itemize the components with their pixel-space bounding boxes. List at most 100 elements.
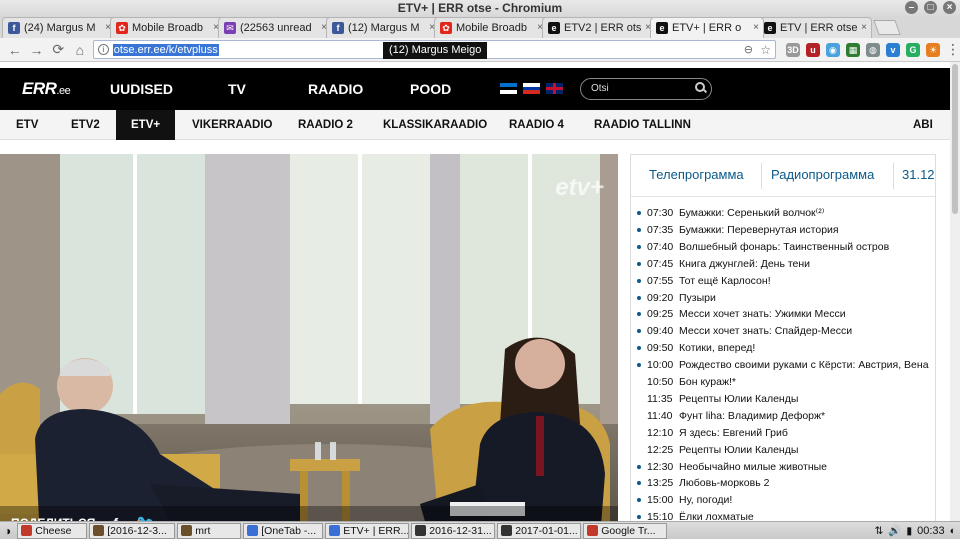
schedule-item[interactable]: 11:35 Рецепты Юлии Календы (637, 392, 937, 409)
nav-item-tv[interactable]: TV (228, 81, 246, 97)
schedule-item[interactable]: 12:10 Я здесь: Евгений Гриб (637, 426, 937, 443)
video-player[interactable]: etv+ ПОДЕЛИТЬСЯ f 🐦 (0, 154, 618, 539)
browser-tab[interactable]: ✉ (22563 unread × (218, 17, 332, 38)
browser-tab[interactable]: e ETV2 | ERR ots × (542, 17, 656, 38)
schedule-item[interactable]: 07:35 Бумажки: Перевернутая история (637, 223, 937, 240)
schedule-item[interactable]: 12:30 Необычайно милые животные (637, 460, 937, 477)
globe-extension-icon[interactable]: ◍ (865, 42, 880, 57)
taskbar-item[interactable]: 2017-01-01... (497, 522, 582, 539)
err-logo[interactable]: ERR.ee (22, 79, 94, 99)
channel-tab-etv-[interactable]: ETV+ (116, 110, 176, 140)
vpn-extension-icon[interactable]: v (885, 42, 900, 57)
taskbar-item[interactable]: Google Tr... (583, 522, 668, 539)
browser-menu-icon[interactable]: ⋮ (946, 41, 960, 58)
grammarly-extension-icon[interactable]: G (905, 42, 920, 57)
taskbar-item[interactable]: [OneTab -... (243, 522, 324, 539)
nav-item-uudised[interactable]: UUDISED (110, 81, 173, 97)
channel-tab-vikerraadio[interactable]: VIKERRAADIO (186, 110, 279, 140)
site-search-placeholder: Otsi (591, 83, 609, 94)
channel-tab-raadio-4[interactable]: RAADIO 4 (503, 110, 570, 140)
bookmark-star-icon[interactable]: ☆ (760, 43, 771, 57)
schedule-item[interactable]: 09:50 Котики, вперед! (637, 341, 937, 358)
tab-close-icon[interactable]: × (861, 22, 867, 33)
channel-tab-abi[interactable]: ABI (907, 110, 939, 140)
schedule-date[interactable]: 31.12 (902, 167, 935, 182)
close-window-button[interactable]: × (943, 1, 956, 14)
grid-extension-icon[interactable]: ▦ (845, 42, 860, 57)
browser-tab[interactable]: ✿ Mobile Broadb × (110, 17, 224, 38)
schedule-item[interactable]: 13:25 Любовь-морковь 2 (637, 476, 937, 493)
channel-tab-etv[interactable]: ETV (10, 110, 44, 140)
schedule-item[interactable]: 12:25 Рецепты Юлии Календы (637, 443, 937, 460)
taskbar-item-label: Cheese (35, 524, 72, 537)
english-flag-icon[interactable] (546, 83, 563, 94)
channel-tab-klassikaraadio[interactable]: KLASSIKARAADIO (377, 110, 493, 140)
weather-extension-icon[interactable]: ☀ (925, 42, 940, 57)
site-search-input[interactable]: Otsi (580, 78, 712, 100)
forward-arrow-icon[interactable]: → (28, 42, 46, 58)
search-icon[interactable] (695, 82, 705, 92)
browser-tab[interactable]: e ETV+ | ERR o × (650, 17, 764, 38)
schedule-item[interactable]: 09:25 Месси хочет знать: Ужимки Месси (637, 307, 937, 324)
scrollbar-thumb[interactable] (952, 64, 958, 214)
schedule-divider (893, 163, 894, 189)
new-tab-button[interactable] (873, 20, 901, 35)
bullet-icon (637, 346, 641, 351)
user-icon[interactable]: ◐ (950, 525, 956, 537)
shield-extension-icon[interactable]: u (805, 42, 820, 57)
schedule-time: 09:20 (647, 291, 674, 304)
schedule-item[interactable]: 07:30 Бумажки: Серенький волчок⁽²⁾ (637, 206, 937, 223)
schedule-item[interactable]: 15:00 Ну, погоди! (637, 493, 937, 510)
taskbar-item[interactable]: Cheese (17, 522, 88, 539)
schedule-item[interactable]: 09:40 Месси хочет знать: Спайдер-Месси (637, 324, 937, 341)
bullet-icon (637, 227, 641, 232)
schedule-item[interactable]: 10:00 Рождество своими руками с Кёрсти: А… (637, 358, 937, 375)
schedule-time: 07:45 (647, 257, 674, 270)
taskbar-item[interactable]: [2016-12-3... (89, 522, 176, 539)
browser-tab[interactable]: f (12) Margus M × (326, 17, 440, 38)
browser-tab[interactable]: e ETV | ERR otse × (758, 17, 872, 38)
chrome-extension-icon[interactable]: ◉ (825, 42, 840, 57)
browser-tab-label: ETV | ERR otse (780, 22, 857, 34)
minimize-button[interactable]: – (905, 1, 918, 14)
taskbar-item[interactable]: ETV+ | ERR... (325, 522, 410, 539)
tab-close-icon[interactable]: × (753, 22, 759, 33)
volume-icon[interactable]: 🔊 (888, 524, 901, 537)
nav-item-raadio[interactable]: RAADIO (308, 81, 363, 97)
schedule-item[interactable]: 07:45 Книга джунглей: День тени (637, 257, 937, 274)
estonian-flag-icon[interactable] (500, 83, 517, 95)
zoom-icon[interactable]: ⊖ (744, 43, 753, 56)
russian-flag-icon[interactable] (523, 83, 540, 95)
page-scrollbar[interactable] (950, 62, 960, 523)
schedule-item[interactable]: 10:50 Бон кураж!* (637, 375, 937, 392)
schedule-item[interactable]: 07:55 Тот ещё Карлосон! (637, 274, 937, 291)
extension-icon[interactable]: 3D (785, 42, 800, 57)
tab-tooltip: (12) Margus Meigo (383, 42, 488, 59)
taskbar-item[interactable]: 2016-12-31... (411, 522, 496, 539)
start-menu-icon[interactable]: ◑ (4, 524, 11, 538)
channel-tab-etv2[interactable]: ETV2 (65, 110, 106, 140)
nav-item-pood[interactable]: POOD (410, 81, 451, 97)
info-icon[interactable]: i (97, 44, 109, 55)
schedule-item[interactable]: 09:20 Пузыри (637, 291, 937, 308)
channel-tab-raadio-tallinn[interactable]: RAADIO TALLINN (588, 110, 697, 140)
back-arrow-icon[interactable]: ← (6, 42, 24, 58)
tab-radio-program[interactable]: Радиопрограмма (771, 167, 874, 182)
app-icon (501, 525, 513, 536)
reload-icon[interactable]: ⟳ (49, 41, 67, 58)
address-url[interactable]: otse.err.ee/k/etvpluss (112, 43, 219, 56)
browser-tab[interactable]: f (24) Margus M × (2, 17, 116, 38)
schedule-item[interactable]: 07:40 Волшебный фонарь: Таинственный остр… (637, 240, 937, 257)
maximize-button[interactable]: □ (924, 1, 937, 14)
battery-icon[interactable]: ▮ (906, 525, 912, 537)
network-icon[interactable]: ⇅ (874, 525, 883, 537)
tab-tv-program[interactable]: Телепрограмма (649, 167, 744, 182)
video-frame-illustration (0, 154, 618, 539)
browser-tab[interactable]: ✿ Mobile Broadb × (434, 17, 548, 38)
schedule-item[interactable]: 11:40 Фунт liha: Владимир Дефорж* (637, 409, 937, 426)
home-icon[interactable]: ⌂ (71, 42, 89, 58)
clock[interactable]: 00:33 (917, 525, 945, 537)
schedule-time: 07:55 (647, 274, 674, 287)
taskbar-item[interactable]: mrt (177, 522, 242, 539)
channel-tab-raadio-2[interactable]: RAADIO 2 (292, 110, 359, 140)
